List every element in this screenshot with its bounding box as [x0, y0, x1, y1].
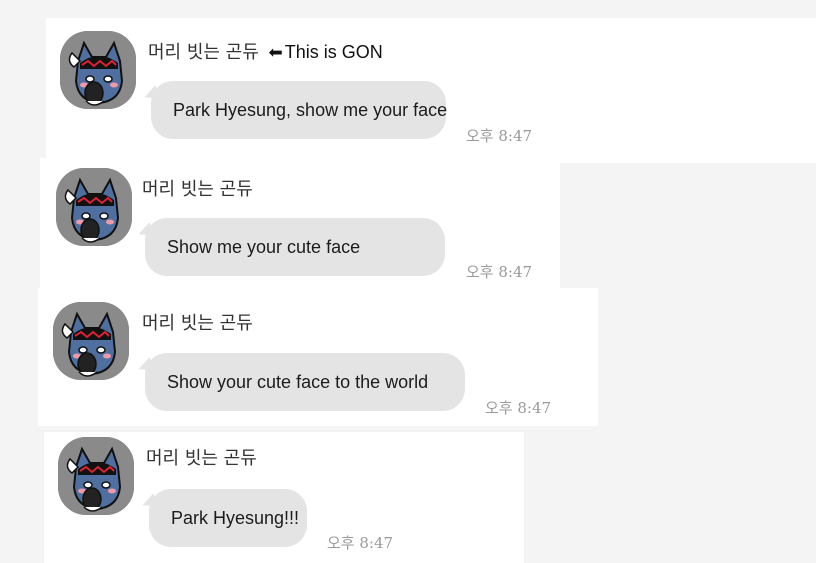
- chat-screenshot: 머리 빗는 곤듀 ⬅ This is GON Park Hyesung, show…: [0, 0, 816, 563]
- message-bubble[interactable]: Show me your cute face: [145, 218, 445, 276]
- message-bubble[interactable]: Park Hyesung, show me your face: [151, 81, 447, 139]
- cat-character-icon: [58, 437, 134, 515]
- sender-avatar[interactable]: [58, 437, 134, 515]
- left-arrow-icon: ⬅: [268, 43, 283, 63]
- cat-character-icon: [60, 31, 136, 109]
- cat-character-icon: [53, 302, 129, 380]
- message-timestamp: 오후 8:47: [327, 534, 394, 552]
- message-timestamp: 오후 8:47: [466, 127, 533, 145]
- sender-avatar[interactable]: [60, 31, 136, 109]
- message-timestamp: 오후 8:47: [485, 399, 552, 417]
- sender-avatar[interactable]: [56, 168, 132, 246]
- sender-name: 머리 빗는 곤듀 ⬅ This is GON: [148, 38, 383, 64]
- cat-character-icon: [56, 168, 132, 246]
- message-timestamp: 오후 8:47: [466, 263, 533, 281]
- message-bubble[interactable]: Park Hyesung!!!: [149, 489, 307, 547]
- sender-annotation: This is GON: [284, 42, 383, 62]
- sender-name: 머리 빗는 곤듀: [146, 448, 257, 469]
- sender-avatar[interactable]: [53, 302, 129, 380]
- sender-name: 머리 빗는 곤듀: [142, 179, 253, 200]
- sender-name: 머리 빗는 곤듀: [142, 313, 253, 334]
- sender-name-text: 머리 빗는 곤듀: [148, 42, 259, 63]
- message-bubble[interactable]: Show your cute face to the world: [145, 353, 465, 411]
